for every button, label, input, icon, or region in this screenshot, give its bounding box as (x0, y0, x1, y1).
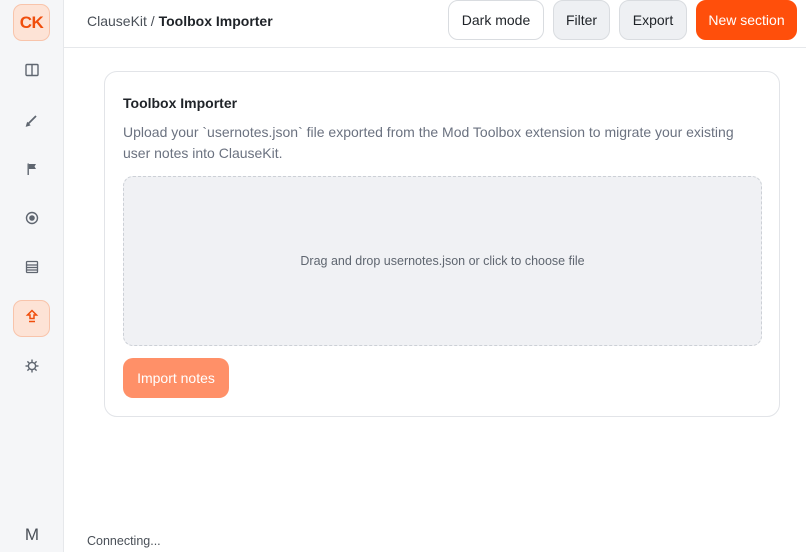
upload-icon (24, 308, 40, 329)
new-section-button[interactable]: New section (696, 0, 797, 40)
sidebar-item-target[interactable] (13, 202, 50, 239)
importer-description: Upload your `usernotes.json` file export… (123, 124, 734, 161)
dropzone-text: Drag and drop usernotes.json or click to… (300, 254, 585, 268)
importer-card: Toolbox Importer Upload your `usernotes.… (104, 71, 780, 417)
list-icon (24, 259, 40, 280)
top-bar: ClauseKit / Toolbox Importer Dark mode F… (64, 0, 806, 48)
pencil-icon (24, 112, 40, 133)
sidebar-item-settings[interactable] (13, 350, 50, 387)
sidebar-item-import[interactable] (13, 300, 50, 337)
importer-title: Toolbox Importer (123, 95, 238, 111)
columns-icon (24, 62, 40, 83)
breadcrumb-current: Toolbox Importer (158, 13, 273, 29)
user-avatar[interactable]: M (0, 525, 64, 545)
flag-icon (24, 161, 40, 182)
target-icon (24, 210, 40, 231)
dark-mode-button[interactable]: Dark mode (448, 0, 544, 40)
sidebar: CK M (0, 0, 64, 552)
filter-button[interactable]: Filter (553, 0, 610, 40)
sidebar-item-edit[interactable] (13, 104, 50, 141)
app-logo[interactable]: CK (13, 4, 50, 41)
breadcrumb: ClauseKit / Toolbox Importer (87, 13, 273, 29)
sidebar-item-flags[interactable] (13, 153, 50, 190)
breadcrumb-root[interactable]: ClauseKit / (87, 13, 159, 29)
connection-status: Connecting... (87, 534, 161, 548)
import-notes-button[interactable]: Import notes (123, 358, 229, 398)
export-button[interactable]: Export (619, 0, 687, 40)
gear-icon (24, 358, 40, 379)
sidebar-item-list[interactable] (13, 251, 50, 288)
file-dropzone[interactable]: Drag and drop usernotes.json or click to… (123, 176, 762, 346)
sidebar-item-columns[interactable] (13, 54, 50, 91)
